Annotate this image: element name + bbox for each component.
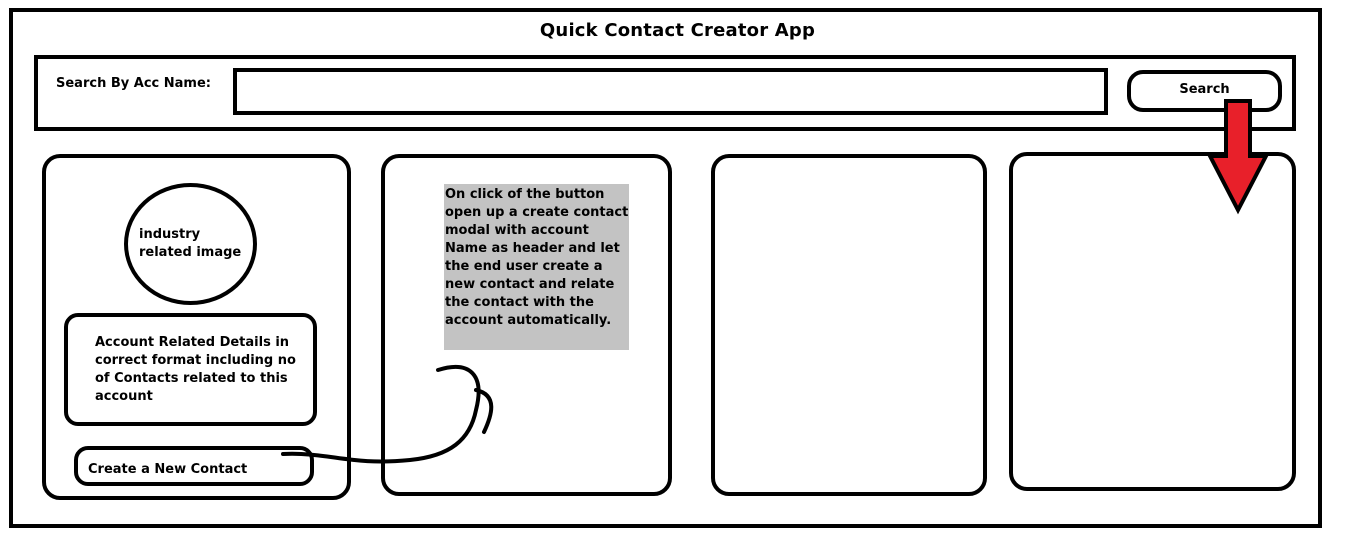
annotation-overlay (281, 99, 1270, 464)
red-down-arrow-icon (1206, 99, 1270, 215)
curved-connector-line (281, 364, 494, 464)
